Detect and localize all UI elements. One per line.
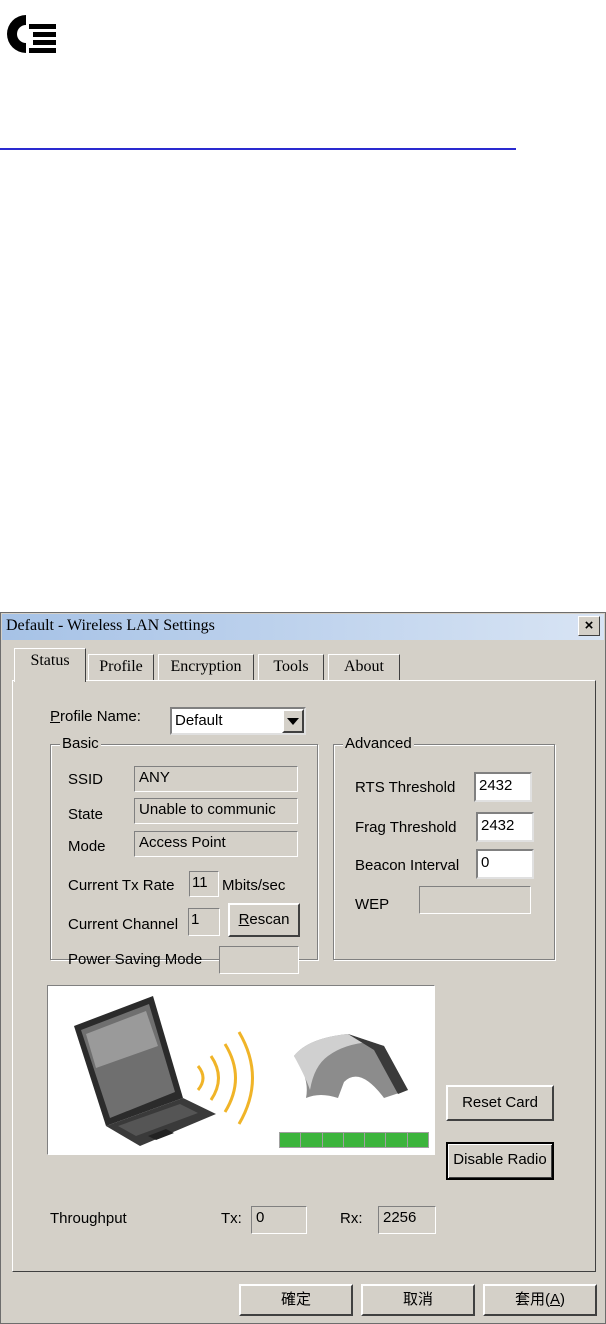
signal-segment <box>407 1133 428 1147</box>
signal-segment <box>343 1133 365 1147</box>
brand-logo-icon <box>7 15 56 53</box>
chevron-down-icon <box>287 718 299 725</box>
mode-label: Mode <box>68 838 106 855</box>
signal-strength-bar <box>279 1132 429 1148</box>
rx-label: Rx: <box>340 1210 363 1227</box>
profile-dropdown-button[interactable] <box>282 709 304 733</box>
channel-label: Current Channel <box>68 916 179 933</box>
mode-value: Access Point <box>134 831 298 857</box>
tab-encryption[interactable]: Encryption <box>158 654 254 680</box>
signal-segment <box>365 1133 386 1147</box>
power-saving-value <box>219 946 299 974</box>
laptop-to-access-point-icon <box>74 996 408 1146</box>
profile-select-value: Default <box>175 712 223 729</box>
connection-illustration <box>47 985 435 1155</box>
ssid-label: SSID <box>68 771 104 788</box>
state-label: State <box>68 806 104 823</box>
wep-label: WEP <box>355 896 390 913</box>
tx-label: Tx: <box>221 1210 242 1227</box>
close-button[interactable]: × <box>578 616 600 636</box>
rts-threshold-label: RTS Threshold <box>355 779 456 796</box>
basic-group-title: Basic <box>60 735 101 752</box>
ssid-value: ANY <box>134 766 298 792</box>
cancel-button[interactable]: 取消 <box>361 1284 475 1316</box>
rx-value: 2256 <box>378 1206 436 1234</box>
tx-rate-value: 11 <box>189 871 219 897</box>
header-divider <box>0 148 516 150</box>
frag-threshold-label: Frag Threshold <box>355 819 457 836</box>
apply-button[interactable]: 套用(A) <box>483 1284 597 1316</box>
reset-card-button[interactable]: Reset Card <box>446 1085 554 1121</box>
throughput-label: Throughput <box>50 1210 127 1227</box>
ok-button[interactable]: 確定 <box>239 1284 353 1316</box>
wep-value <box>419 886 531 914</box>
disable-radio-button[interactable]: Disable Radio <box>446 1142 554 1180</box>
tx-rate-label: Current Tx Rate <box>68 877 175 894</box>
channel-value: 1 <box>188 908 220 936</box>
signal-segment <box>280 1133 301 1147</box>
signal-segment <box>386 1133 407 1147</box>
tab-profile[interactable]: Profile <box>88 654 154 680</box>
profile-name-label: Profile Name: <box>50 708 141 725</box>
state-value: Unable to communic <box>134 798 298 824</box>
tab-status[interactable]: Status <box>14 648 86 682</box>
rescan-button[interactable]: Rescan <box>228 903 300 937</box>
tab-about[interactable]: About <box>328 654 400 680</box>
tx-rate-unit: Mbits/sec <box>222 877 286 894</box>
beacon-interval-label: Beacon Interval <box>355 857 460 874</box>
signal-segment <box>301 1133 322 1147</box>
rts-threshold-input[interactable]: 2432 <box>474 772 532 802</box>
advanced-group-title: Advanced <box>343 735 414 752</box>
tx-value: 0 <box>251 1206 307 1234</box>
window-title: Default - Wireless LAN Settings <box>6 617 215 634</box>
frag-threshold-input[interactable]: 2432 <box>476 812 534 842</box>
tab-tools[interactable]: Tools <box>258 654 324 680</box>
power-saving-label: Power Saving Mode <box>68 951 203 968</box>
beacon-interval-input[interactable]: 0 <box>476 849 534 879</box>
signal-segment <box>322 1133 343 1147</box>
